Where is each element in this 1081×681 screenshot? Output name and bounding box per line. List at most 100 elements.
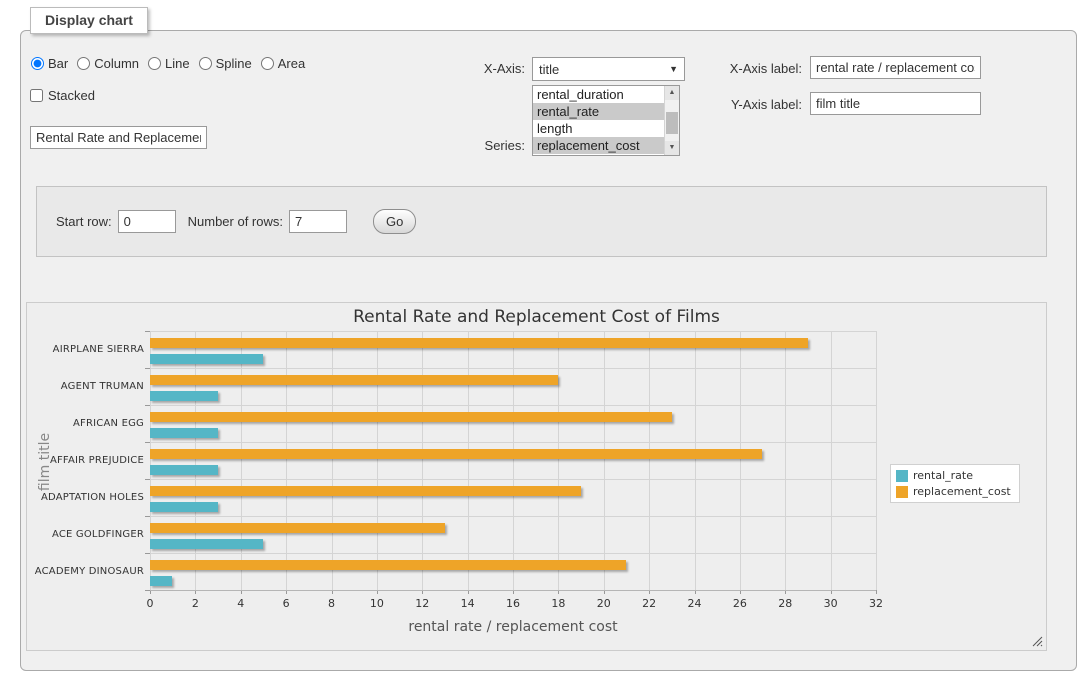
y-axis-tick — [145, 442, 150, 443]
plot-area: 02468101214161820222426283032AIRPLANE SI… — [150, 331, 876, 590]
start-row-input[interactable] — [118, 210, 176, 233]
x-tick-label: 30 — [818, 597, 844, 610]
series-option-replacement-cost[interactable]: replacement_cost — [533, 137, 664, 154]
x-tick-label: 16 — [500, 597, 526, 610]
y-axis-title: film title — [37, 392, 53, 532]
page: Display chart Bar Column Line Spline Are… — [0, 0, 1081, 681]
chart-type-radio-group: Bar Column Line Spline Area — [31, 56, 305, 71]
x-axis-title: rental rate / replacement cost — [150, 619, 876, 635]
chart-type-radio-spline[interactable] — [199, 57, 212, 70]
stacked-label: Stacked — [48, 88, 95, 103]
x-gridline — [195, 331, 196, 590]
x-gridline — [422, 331, 423, 590]
x-axis-selected-value: title — [539, 62, 669, 77]
chart-type-option-column[interactable]: Column — [77, 56, 139, 71]
legend-label: rental_rate — [913, 469, 973, 482]
y-gridline — [150, 479, 876, 480]
bar-replacement_cost[interactable] — [150, 523, 445, 533]
x-tick-label: 0 — [137, 597, 163, 610]
legend-item-rental_rate[interactable]: rental_rate — [896, 469, 1011, 482]
chart-type-label-line: Line — [165, 56, 190, 71]
x-gridline — [468, 331, 469, 590]
chart-type-radio-column[interactable] — [77, 57, 90, 70]
y-axis-tick — [145, 368, 150, 369]
listbox-scrollbar[interactable]: ▲ ▼ — [664, 86, 679, 155]
chart-type-label-column: Column — [94, 56, 139, 71]
x-tick-label: 26 — [727, 597, 753, 610]
bar-rental_rate[interactable] — [150, 502, 218, 512]
resize-handle-icon[interactable] — [1032, 636, 1043, 647]
y-gridline — [150, 331, 876, 332]
x-tick-label: 4 — [228, 597, 254, 610]
chart-type-radio-area[interactable] — [261, 57, 274, 70]
legend-item-replacement_cost[interactable]: replacement_cost — [896, 485, 1011, 498]
y-gridline — [150, 442, 876, 443]
chart-type-label-area: Area — [278, 56, 305, 71]
y-axis-tick — [145, 331, 150, 332]
bar-replacement_cost[interactable] — [150, 486, 581, 496]
chevron-down-icon: ▼ — [669, 64, 678, 74]
x-gridline — [831, 331, 832, 590]
series-option-length[interactable]: length — [533, 120, 664, 137]
chart-type-option-bar[interactable]: Bar — [31, 56, 68, 71]
x-tick-label: 32 — [863, 597, 889, 610]
bar-rental_rate[interactable] — [150, 576, 172, 586]
x-tick-label: 6 — [273, 597, 299, 610]
x-gridline — [649, 331, 650, 590]
series-listbox[interactable]: rental_duration rental_rate length repla… — [532, 85, 680, 156]
y-axis-tick — [145, 516, 150, 517]
x-gridline — [241, 331, 242, 590]
number-of-rows-input[interactable] — [289, 210, 347, 233]
chart-container: Rental Rate and Replacement Cost of Film… — [26, 302, 1047, 651]
legend-swatch-icon — [896, 486, 908, 498]
bar-replacement_cost[interactable] — [150, 338, 808, 348]
bar-rental_rate[interactable] — [150, 465, 218, 475]
series-option-rental-duration[interactable]: rental_duration — [533, 86, 664, 103]
chart-title: Rental Rate and Replacement Cost of Film… — [27, 307, 1046, 327]
y-axis-label-input[interactable] — [810, 92, 981, 115]
chart-type-option-line[interactable]: Line — [148, 56, 190, 71]
y-gridline — [150, 553, 876, 554]
scrollbar-thumb[interactable] — [666, 112, 678, 134]
bar-rental_rate[interactable] — [150, 428, 218, 438]
series-option-rental-rate[interactable]: rental_rate — [533, 103, 664, 120]
chart-legend: rental_rate replacement_cost — [890, 464, 1020, 503]
category-label: ACADEMY DINOSAUR — [34, 566, 144, 577]
x-gridline — [604, 331, 605, 590]
chart-title-input[interactable] — [30, 126, 207, 149]
start-row-label: Start row: — [56, 214, 112, 229]
stacked-checkbox[interactable] — [30, 89, 43, 102]
chart-type-label-bar: Bar — [48, 56, 68, 71]
bar-rental_rate[interactable] — [150, 354, 263, 364]
x-axis-label-field-label: X-Axis label: — [718, 61, 802, 76]
chart-type-option-area[interactable]: Area — [261, 56, 305, 71]
x-axis-tick — [876, 590, 877, 594]
y-gridline — [150, 405, 876, 406]
x-axis-label-input[interactable] — [810, 56, 981, 79]
x-axis-field-label: X-Axis: — [455, 61, 525, 76]
x-axis-select[interactable]: title ▼ — [532, 57, 685, 81]
chart-type-radio-line[interactable] — [148, 57, 161, 70]
bar-replacement_cost[interactable] — [150, 560, 626, 570]
row-range-panel: Start row: Number of rows: Go — [36, 186, 1047, 257]
scroll-down-icon[interactable]: ▼ — [665, 141, 679, 155]
x-gridline — [332, 331, 333, 590]
x-gridline — [377, 331, 378, 590]
go-button[interactable]: Go — [373, 209, 416, 234]
x-gridline — [740, 331, 741, 590]
chart-type-option-spline[interactable]: Spline — [199, 56, 252, 71]
bar-replacement_cost[interactable] — [150, 375, 558, 385]
y-axis-tick — [145, 553, 150, 554]
chart-type-radio-bar[interactable] — [31, 57, 44, 70]
x-tick-label: 12 — [409, 597, 435, 610]
bar-replacement_cost[interactable] — [150, 412, 672, 422]
scroll-up-icon[interactable]: ▲ — [665, 86, 679, 100]
x-tick-label: 20 — [591, 597, 617, 610]
x-tick-label: 22 — [636, 597, 662, 610]
x-gridline — [558, 331, 559, 590]
bar-rental_rate[interactable] — [150, 539, 263, 549]
stacked-option[interactable]: Stacked — [30, 88, 95, 103]
bar-replacement_cost[interactable] — [150, 449, 762, 459]
y-axis-tick — [145, 479, 150, 480]
bar-rental_rate[interactable] — [150, 391, 218, 401]
